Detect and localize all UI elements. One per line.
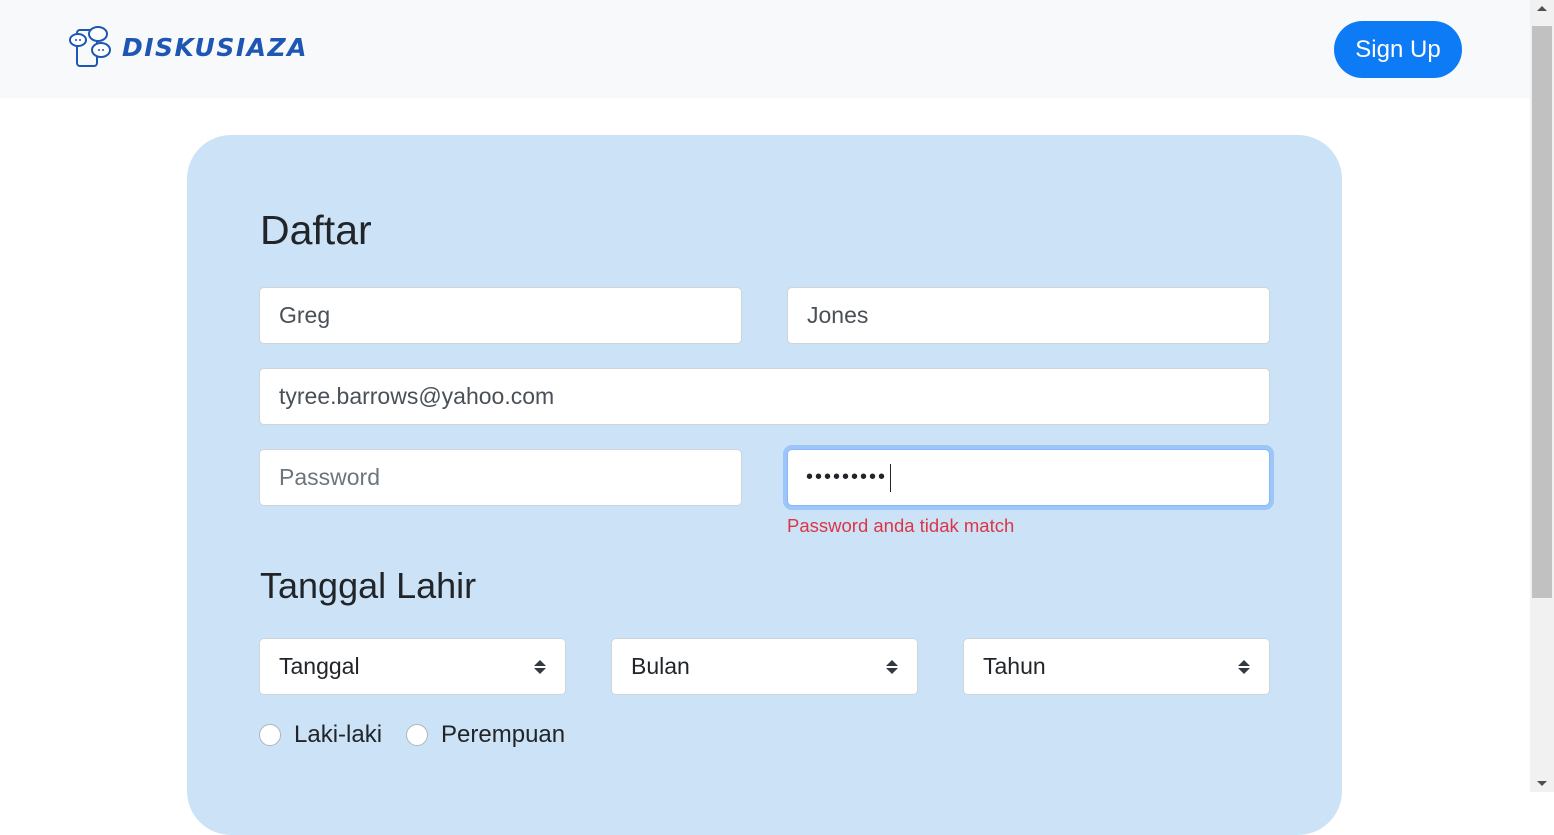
select-arrows-icon bbox=[534, 659, 546, 674]
chat-bubbles-phone-icon bbox=[69, 26, 111, 67]
scroll-up-arrow-icon[interactable] bbox=[1530, 0, 1554, 17]
gender-radio-group: Laki-laki Perempuan bbox=[259, 721, 589, 749]
radio-button[interactable] bbox=[259, 724, 281, 746]
register-card: Daftar ••••••••• Password anda tidak mat… bbox=[187, 135, 1342, 835]
page-title: Daftar bbox=[260, 207, 372, 253]
scroll-down-arrow-icon[interactable] bbox=[1530, 775, 1554, 792]
radio-label: Laki-laki bbox=[294, 721, 383, 748]
month-select[interactable]: Bulan bbox=[611, 638, 918, 695]
brand-logo[interactable]: DISKUSIAZA bbox=[68, 24, 308, 70]
select-arrows-icon bbox=[1238, 659, 1250, 674]
sign-up-button[interactable]: Sign Up bbox=[1334, 21, 1462, 78]
year-select-value: Tahun bbox=[983, 653, 1046, 679]
password-mismatch-error: Password anda tidak match bbox=[787, 515, 1015, 536]
gender-option-male[interactable]: Laki-laki bbox=[259, 721, 382, 749]
email-input[interactable] bbox=[259, 368, 1270, 425]
vertical-scrollbar[interactable] bbox=[1530, 0, 1554, 792]
radio-button[interactable] bbox=[406, 724, 429, 746]
year-select[interactable]: Tahun bbox=[963, 638, 1270, 695]
first-name-input[interactable] bbox=[259, 287, 742, 344]
day-select-value: Tanggal bbox=[279, 653, 360, 679]
month-select-value: Bulan bbox=[631, 653, 690, 679]
birthdate-title: Tanggal Lahir bbox=[260, 565, 477, 606]
gender-option-female[interactable]: Perempuan bbox=[406, 721, 565, 749]
navbar: DISKUSIAZA Sign Up bbox=[0, 0, 1530, 98]
scrollbar-thumb[interactable] bbox=[1532, 26, 1552, 598]
day-select[interactable]: Tanggal bbox=[259, 638, 566, 695]
select-arrows-icon bbox=[886, 659, 898, 674]
radio-label: Perempuan bbox=[441, 721, 566, 748]
last-name-input[interactable] bbox=[787, 287, 1270, 344]
password-input[interactable] bbox=[259, 449, 742, 506]
brand-name: DISKUSIAZA bbox=[122, 32, 308, 62]
confirm-password-input[interactable] bbox=[787, 449, 1270, 506]
